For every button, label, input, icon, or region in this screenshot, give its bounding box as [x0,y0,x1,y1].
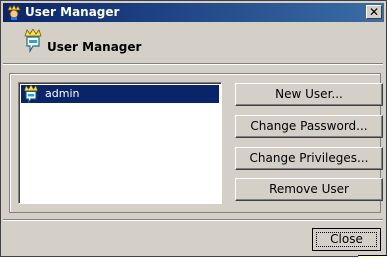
user-list[interactable]: admin [18,82,222,204]
user-manager-window: User Manager ✕ User Manager admin New Us… [0,0,387,257]
list-item-admin[interactable]: admin [21,84,219,106]
window-title: User Manager [25,5,120,19]
change-password-button[interactable]: Change Password... [235,115,383,138]
close-button[interactable]: Close [312,228,381,251]
title-bar[interactable]: User Manager ✕ [3,3,384,22]
list-item-label: admin [45,87,80,100]
close-icon: ✕ [368,5,380,19]
new-user-button[interactable]: New User... [235,83,383,106]
close-button-label: Close [330,232,363,246]
user-icon [23,28,43,56]
divider [3,63,383,65]
page-title: User Manager [47,40,142,54]
change-privileges-button[interactable]: Change Privileges... [235,147,383,170]
user-icon [22,84,40,106]
app-icon [6,4,22,23]
divider [3,219,383,221]
window-close-button[interactable]: ✕ [366,5,382,19]
remove-user-button[interactable]: Remove User [235,178,383,201]
